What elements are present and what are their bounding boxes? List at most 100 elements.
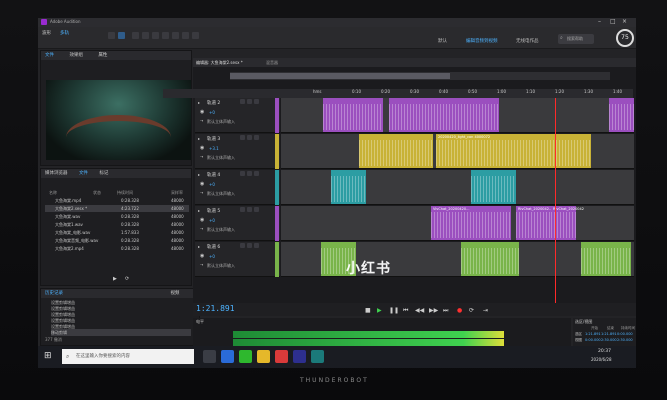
volume-knob-icon[interactable]: ◉ [200,253,204,259]
arm-record-button[interactable] [254,99,259,104]
fast-forward-button[interactable]: ▶▶ [429,307,438,314]
collapse-icon[interactable]: ▸ [198,244,200,249]
col-name[interactable]: 名称 [49,189,57,196]
brush-icon[interactable] [182,32,189,39]
workspace-tab-default[interactable]: 默认 [438,38,447,44]
view-duration[interactable]: 2:30.000 [617,338,633,342]
marquee-icon[interactable] [162,32,169,39]
move-tool-icon[interactable] [108,32,115,39]
file-row[interactable]: 大鱼海棠.mp4 0:28.328 48000 [45,197,189,204]
volume-knob-icon[interactable]: ◉ [200,217,204,223]
audio-clip[interactable] [471,170,516,204]
tab-file-list[interactable]: 文件 [79,171,88,176]
minimize-icon[interactable]: – [598,18,601,25]
track-lane[interactable] [281,98,634,133]
file-row[interactable]: 大鱼海棠2.sesx * 4:23.722 48000 [45,205,189,212]
audio-clip[interactable] [331,170,366,204]
tab-markers[interactable]: 标记 [99,171,108,176]
forward-end-button[interactable]: ⏭ [443,307,448,315]
track-volume[interactable]: +0 [209,110,215,115]
premiere-icon[interactable] [293,350,306,363]
audio-clip[interactable] [359,134,433,168]
loop-preview-icon[interactable]: ⟳ [125,276,129,282]
task-view-icon[interactable] [203,350,216,363]
record-button[interactable]: ● [457,307,462,314]
windows-start-icon[interactable]: ⊞ [44,351,52,361]
volume-knob-icon[interactable]: ◉ [200,145,204,151]
volume-knob-icon[interactable]: ◉ [200,181,204,187]
stop-button[interactable]: ■ [365,307,371,314]
spectral-icon[interactable] [118,32,125,39]
track-input[interactable]: 默认立体声输入 [207,227,235,233]
track-header[interactable]: ▸ 轨道 4 ◉ +0 → 默认立体声输入 [195,170,280,205]
track-name[interactable]: 轨道 5 [207,208,220,214]
overview-bar[interactable] [230,72,610,80]
track-input[interactable]: 默认立体声输入 [207,191,235,197]
tab-properties[interactable]: 属性 [98,53,107,58]
audio-clip[interactable]: 20200420_light_con 4000072 [436,134,591,168]
arm-record-button[interactable] [254,207,259,212]
audio-clip[interactable] [581,242,631,276]
track-name[interactable]: 轨道 6 [207,244,220,250]
track-name[interactable]: 轨道 4 [207,172,220,178]
taskbar-search-input[interactable]: ⌕ 在这里输入你要搜索的内容 [62,349,194,364]
loop-button[interactable]: ⟳ [469,307,474,314]
col-duration[interactable]: 持续时间 [117,189,133,196]
track-volume[interactable]: +0 [209,182,215,187]
arm-record-button[interactable] [254,243,259,248]
mute-button[interactable] [240,99,245,104]
track-input[interactable]: 默认立体声输入 [207,263,235,269]
play-preview-icon[interactable]: ▶ [113,276,117,282]
app-red-icon[interactable] [275,350,288,363]
tab-video[interactable]: 视频 [170,291,179,296]
solo-button[interactable] [247,135,252,140]
track-header[interactable]: ▸ 轨道 5 ◉ +0 → 默认立体声输入 [195,206,280,241]
workspace-tab-video[interactable]: 编辑音频到视频 [466,38,498,44]
sel-duration[interactable]: 0:00.000 [617,332,633,336]
waveform-mode-button[interactable]: 波形 [42,30,51,36]
file-explorer-icon[interactable] [257,350,270,363]
file-row[interactable]: 大鱼海棠音频_电影.wav 0:28.328 48000 [45,237,189,244]
tab-effects-rack[interactable]: 效果组 [69,53,83,58]
sel-start[interactable]: 1:21.891 [585,332,601,336]
track-lane[interactable]: VivChat_20200420... RivChat_2020042... Riv… [281,206,634,241]
volume-knob-icon[interactable]: ◉ [200,109,204,115]
collapse-icon[interactable]: ▸ [198,172,200,177]
close-icon[interactable]: × [622,18,627,25]
razor-icon[interactable] [142,32,149,39]
mute-button[interactable] [240,171,245,176]
collapse-icon[interactable]: ▸ [198,208,200,213]
slip-tool-icon[interactable] [152,32,159,39]
audio-clip[interactable] [389,98,499,132]
audio-clip[interactable] [609,98,634,132]
mute-button[interactable] [240,207,245,212]
tab-media-browser[interactable]: 媒体浏览器 [45,171,68,176]
lasso-icon[interactable] [172,32,179,39]
edge-browser-icon[interactable] [221,350,234,363]
mute-button[interactable] [240,243,245,248]
spot-healing-icon[interactable] [192,32,199,39]
arm-record-button[interactable] [254,135,259,140]
mute-button[interactable] [240,135,245,140]
play-button[interactable]: ▶ [377,307,382,314]
rewind-button[interactable]: ◀◀ [415,307,424,314]
arm-record-button[interactable] [254,171,259,176]
solo-button[interactable] [247,207,252,212]
pause-button[interactable]: ❚❚ [389,307,399,314]
multitrack-mode-button[interactable]: 多轨 [60,30,69,36]
solo-button[interactable] [247,171,252,176]
track-name[interactable]: 轨道 3 [207,136,220,142]
tab-files[interactable]: 文件 [45,53,54,58]
sel-end[interactable]: 1:21.891 [601,332,617,336]
audio-clip[interactable] [323,98,383,132]
track-input[interactable]: 默认立体声输入 [207,119,235,125]
view-end[interactable]: 2:30.000 [601,338,617,342]
solo-button[interactable] [247,99,252,104]
search-help-input[interactable]: ⌕ 搜索帮助 [558,34,594,44]
time-ruler[interactable]: hms 0:10 0:20 0:30 0:40 0:50 1:00 1:10 1:20 1:30 1… [163,89,633,98]
track-header[interactable]: ▸ 轨道 3 ◉ +3.1 → 默认立体声输入 [195,134,280,169]
track-lane[interactable]: 20200420_light_con 4000072 [281,134,634,169]
track-lane[interactable] [281,242,634,277]
tab-mixer[interactable]: 混音器 [266,60,278,66]
history-item[interactable]: 移动剪辑 [51,329,191,336]
